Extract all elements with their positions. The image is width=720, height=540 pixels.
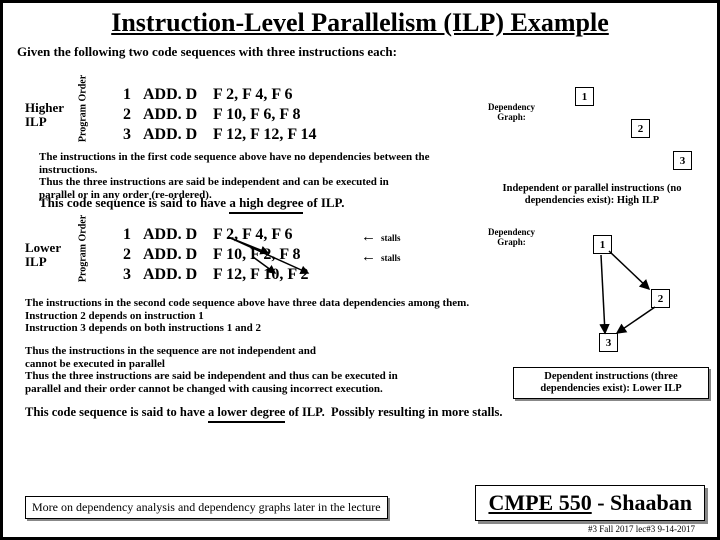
program-order-label-2: Program Order <box>78 209 89 289</box>
code-row: 3ADD. DF 12, F 12, F 14 <box>123 125 373 145</box>
para1: The instructions in the first code seque… <box>39 151 469 202</box>
stalls-label-2: stalls <box>381 253 401 263</box>
slide-meta: #3 Fall 2017 lec#3 9-14-2017 <box>588 524 695 534</box>
slide-title: Instruction-Level Parallelism (ILP) Exam… <box>3 3 717 38</box>
higher-ilp-label: Higher ILP <box>25 101 64 130</box>
dependency-graph-label-2: Dependency Graph: <box>488 228 535 248</box>
higher-code-block: 1ADD. DF 2, F 4, F 6 2ADD. DF 10, F 6, F… <box>123 85 373 145</box>
para1-side-note: Independent or parallel instructions (no… <box>487 183 697 207</box>
para2-side-note: Dependent instructions (three dependenci… <box>513 367 709 399</box>
para2b: Thus the instructions in the sequence ar… <box>25 345 485 396</box>
dep-node-2a: 2 <box>631 119 650 138</box>
dependency-graph-label-1: Dependency Graph: <box>488 103 535 123</box>
stall-arrow-icon: ← <box>361 229 376 246</box>
footer-note: More on dependency analysis and dependen… <box>25 496 388 519</box>
stalls-label-1: stalls <box>381 233 401 243</box>
para2-conclusion: This code sequence is said to have a low… <box>25 405 715 423</box>
dep-node-1a: 1 <box>575 87 594 106</box>
intro-text: Given the following two code sequences w… <box>3 38 717 62</box>
para2a: The instructions in the second code sequ… <box>25 297 485 335</box>
dep-node-3a: 3 <box>673 151 692 170</box>
code-row: 2ADD. DF 10, F 6, F 8 <box>123 105 373 125</box>
code-row: 1ADD. DF 2, F 4, F 6 <box>123 85 373 105</box>
lower-ilp-label: Lower ILP <box>25 241 61 270</box>
stall-arrow-icon: ← <box>361 249 376 266</box>
dep-graph-arrows <box>583 233 703 363</box>
slide-frame: Instruction-Level Parallelism (ILP) Exam… <box>0 0 720 540</box>
program-order-label-1: Program Order <box>78 69 89 149</box>
course-badge: CMPE 550 - Shaaban <box>475 485 705 521</box>
